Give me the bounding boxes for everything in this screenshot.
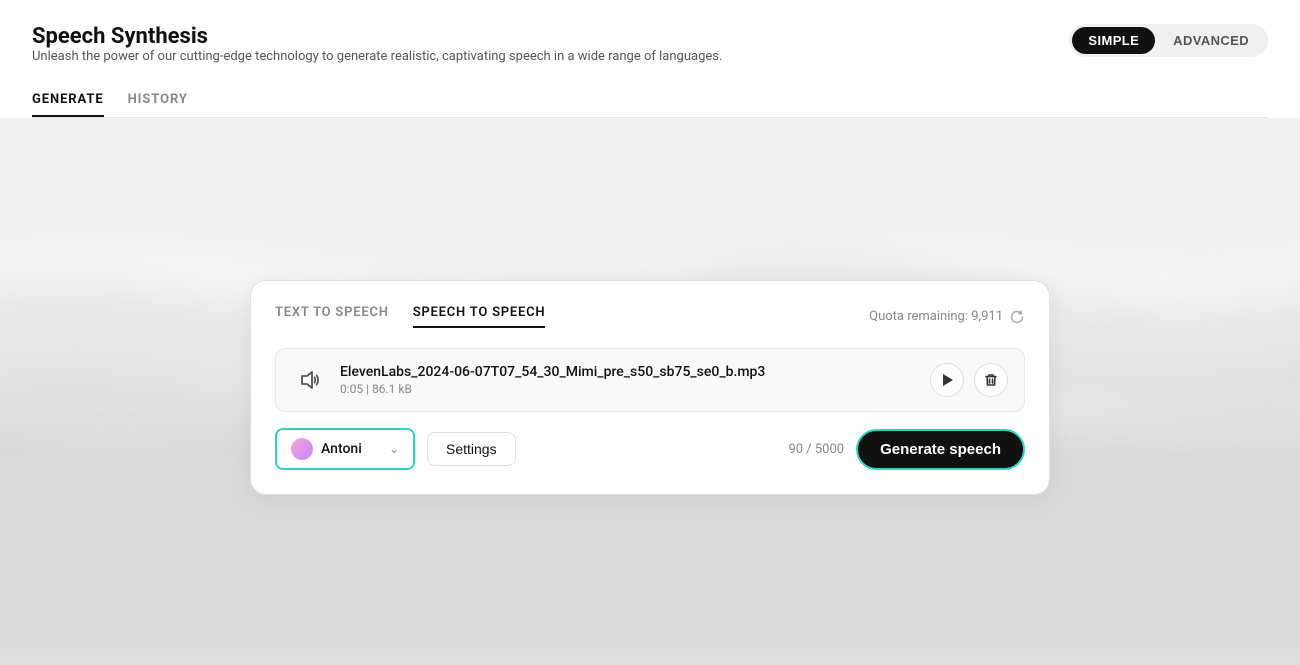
app-subtitle: Unleash the power of our cutting-edge te… — [32, 49, 722, 64]
audio-meta: 0:05 | 86.1 kB — [340, 382, 916, 396]
char-count: 90 / 5000 — [788, 442, 844, 457]
generate-speech-button[interactable]: Generate speech — [856, 429, 1025, 470]
card-tab-speech-to-speech[interactable]: SPEECH TO SPEECH — [413, 305, 546, 328]
audio-volume-icon — [292, 363, 326, 397]
main-content: TEXT TO SPEECH SPEECH TO SPEECH Quota re… — [0, 110, 1300, 665]
trash-icon — [984, 373, 998, 387]
audio-duration: 0:05 — [340, 382, 363, 396]
tab-history[interactable]: HISTORY — [128, 84, 188, 117]
voice-avatar — [291, 438, 313, 460]
refresh-icon — [1009, 309, 1025, 325]
header-top: Speech Synthesis Unleash the power of ou… — [32, 24, 1268, 80]
title-group: Speech Synthesis Unleash the power of ou… — [32, 24, 722, 80]
bottom-row: Antoni ⌄ Settings 90 / 5000 Generate spe… — [275, 428, 1025, 470]
nav-tabs: GENERATE HISTORY — [32, 84, 1268, 118]
audio-controls — [930, 363, 1008, 397]
voice-name: Antoni — [321, 441, 381, 457]
play-icon — [940, 373, 954, 387]
simple-mode-button[interactable]: SIMPLE — [1072, 27, 1155, 54]
app-title: Speech Synthesis — [32, 24, 722, 49]
play-button[interactable] — [930, 363, 964, 397]
quota-label: Quota remaining: 9,911 — [869, 309, 1003, 324]
quota-info: Quota remaining: 9,911 — [869, 305, 1025, 328]
audio-row: ElevenLabs_2024-06-07T07_54_30_Mimi_pre_… — [275, 348, 1025, 412]
settings-button[interactable]: Settings — [427, 432, 516, 466]
voice-selector[interactable]: Antoni ⌄ — [275, 428, 415, 470]
advanced-mode-button[interactable]: ADVANCED — [1157, 27, 1265, 54]
card-tab-text-to-speech[interactable]: TEXT TO SPEECH — [275, 305, 389, 328]
audio-size: 86.1 kB — [372, 382, 412, 396]
delete-button[interactable] — [974, 363, 1008, 397]
audio-filename: ElevenLabs_2024-06-07T07_54_30_Mimi_pre_… — [340, 364, 916, 380]
card: TEXT TO SPEECH SPEECH TO SPEECH Quota re… — [250, 280, 1050, 495]
mode-toggle: SIMPLE ADVANCED — [1069, 24, 1268, 57]
header: Speech Synthesis Unleash the power of ou… — [0, 0, 1300, 118]
chevron-down-icon: ⌄ — [389, 442, 399, 456]
audio-info: ElevenLabs_2024-06-07T07_54_30_Mimi_pre_… — [340, 364, 916, 396]
tab-generate[interactable]: GENERATE — [32, 84, 104, 117]
card-tabs: TEXT TO SPEECH SPEECH TO SPEECH Quota re… — [275, 305, 1025, 328]
